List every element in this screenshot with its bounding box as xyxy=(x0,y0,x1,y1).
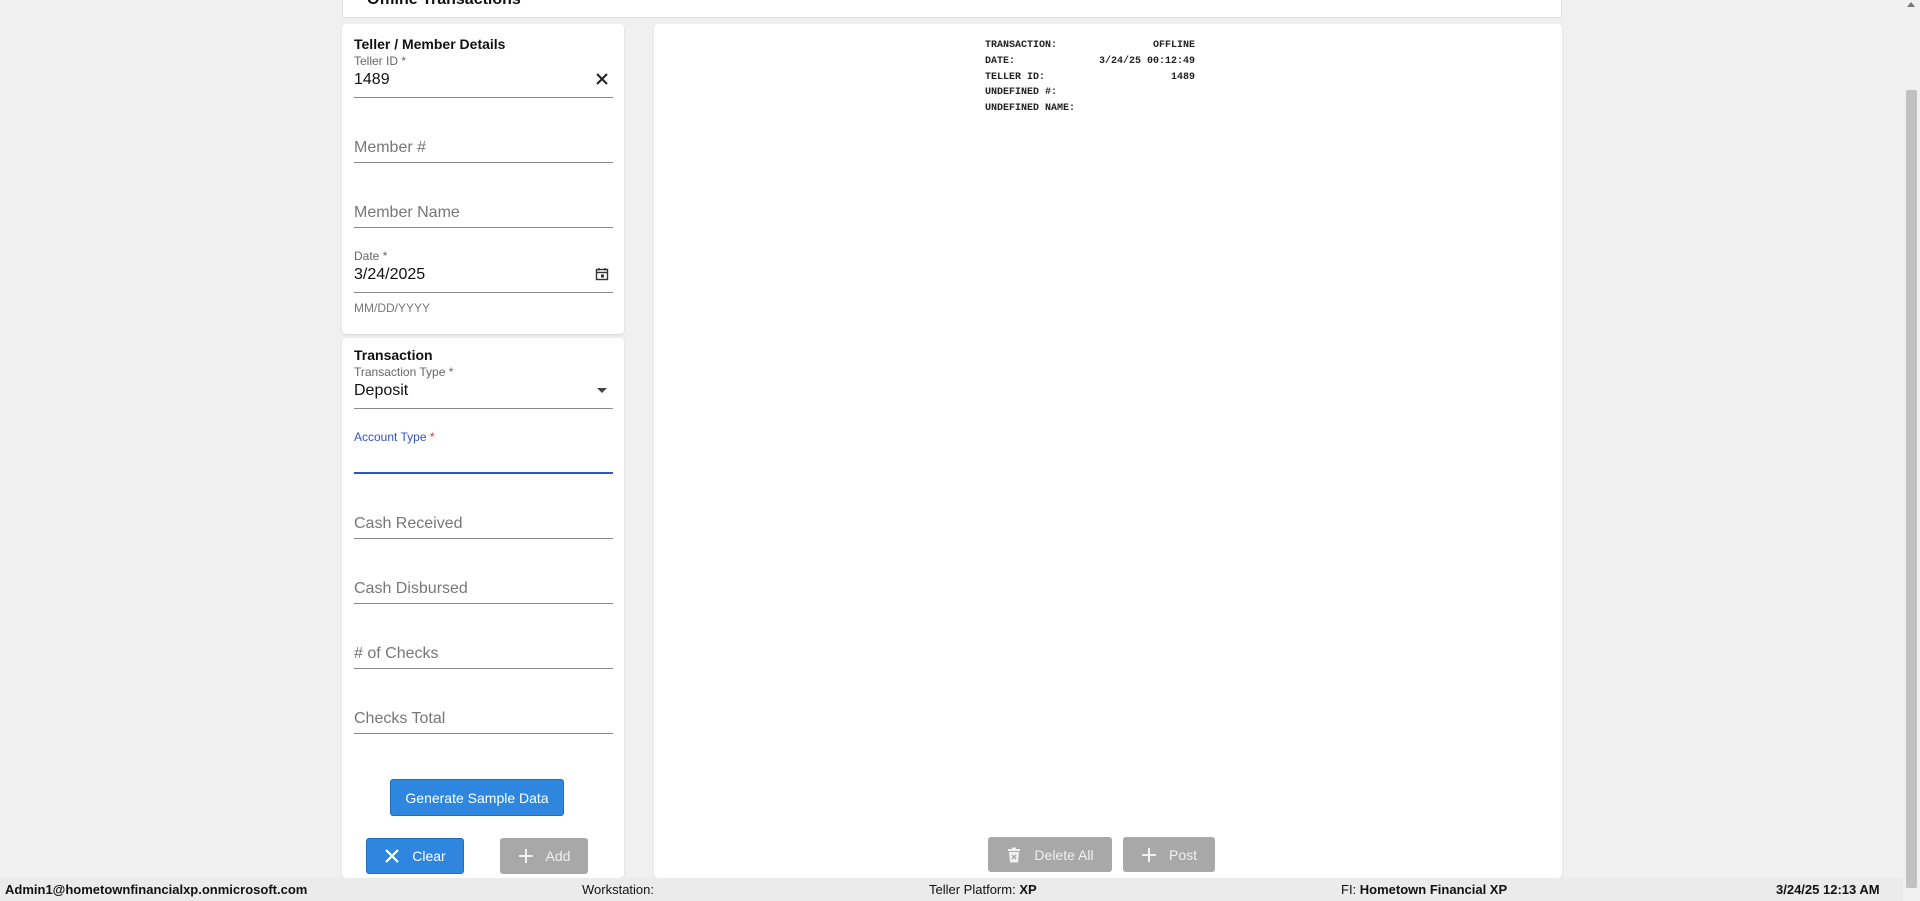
receipt-line-label: UNDEFINED #: xyxy=(985,87,1058,99)
close-icon xyxy=(384,848,400,864)
clear-button[interactable]: Clear xyxy=(366,838,464,874)
status-platform: Teller Platform: XP xyxy=(929,882,1037,897)
account-type-field[interactable]: Account Type * xyxy=(354,430,613,474)
status-datetime: 3/24/25 12:13 AM xyxy=(1776,882,1880,897)
transaction-card: Transaction Transaction Type * Deposit A… xyxy=(342,338,624,878)
cash-disbursed-field[interactable]: Cash Disbursed xyxy=(354,560,613,604)
receipt-line: DATE: 3/24/25 00:12:49 xyxy=(985,54,1195,70)
transaction-type-value: Deposit xyxy=(354,382,409,399)
status-workstation: Workstation: xyxy=(582,882,654,897)
receipt-line-label: UNDEFINED NAME: xyxy=(985,103,1076,115)
cash-received-field[interactable]: Cash Received xyxy=(354,495,613,539)
status-platform-value: XP xyxy=(1019,882,1037,897)
status-workstation-label: Workstation: xyxy=(582,882,655,897)
page-header: Offline Transactions xyxy=(342,0,1562,18)
trash-icon xyxy=(1006,847,1022,863)
post-label: Post xyxy=(1168,846,1197,863)
receipt-line: UNDEFINED #: xyxy=(985,85,1195,101)
member-number-placeholder: Member # xyxy=(354,139,427,156)
cash-disbursed-placeholder: Cash Disbursed xyxy=(354,580,468,597)
status-user-wrap: Admin1@hometownfinancialxp.onmicrosoft.c… xyxy=(5,882,307,897)
date-helper-text: MM/DD/YYYY xyxy=(354,301,431,315)
post-button[interactable]: Post xyxy=(1123,837,1215,872)
add-label: Add xyxy=(545,848,571,864)
teller-id-field[interactable]: Teller ID * 1489 xyxy=(354,54,613,98)
scroll-up-arrow-icon[interactable] xyxy=(1907,2,1915,7)
date-field[interactable]: Date * 3/24/2025 xyxy=(354,249,613,293)
num-checks-placeholder: # of Checks xyxy=(354,645,439,662)
close-icon[interactable] xyxy=(593,72,611,90)
dropdown-arrow-icon[interactable] xyxy=(593,383,611,401)
status-user: Admin1@hometownfinancialxp.onmicrosoft.c… xyxy=(5,882,308,897)
receipt-line-value: 3/24/25 00:12:49 xyxy=(1098,55,1195,67)
status-datetime-wrap: 3/24/25 12:13 AM xyxy=(1776,882,1880,897)
teller-id-value: 1489 xyxy=(354,71,390,88)
add-button[interactable]: Add xyxy=(500,838,588,874)
receipt-line-label: DATE: xyxy=(985,55,1016,67)
receipt-line: TRANSACTION: OFFLINE xyxy=(985,38,1195,54)
receipt-line-value: 1489 xyxy=(1170,71,1195,83)
member-name-placeholder: Member Name xyxy=(354,204,460,221)
date-label: Date * xyxy=(354,249,388,263)
receipt-preview-card: TRANSACTION: OFFLINE DATE: 3/24/25 00:12… xyxy=(654,24,1562,878)
transaction-type-label: Transaction Type * xyxy=(354,365,454,379)
page-title: Offline Transactions xyxy=(367,0,521,9)
receipt-line-label: TELLER ID: xyxy=(985,71,1046,83)
plus-icon xyxy=(518,848,534,864)
vertical-scrollbar[interactable] xyxy=(1903,0,1920,901)
receipt-text: TRANSACTION: OFFLINE DATE: 3/24/25 00:12… xyxy=(985,38,1195,117)
member-name-field[interactable]: Member Name xyxy=(354,184,613,228)
receipt-line-label: TRANSACTION: xyxy=(985,40,1058,51)
delete-all-button[interactable]: Delete All xyxy=(988,837,1112,872)
date-value: 3/24/2025 xyxy=(354,266,426,283)
checks-total-placeholder: Checks Total xyxy=(354,710,446,727)
teller-member-details-card: Teller / Member Details Teller ID * 1489… xyxy=(342,24,624,334)
clear-label: Clear xyxy=(412,848,446,864)
status-fi-value: Hometown Financial XP xyxy=(1359,882,1508,897)
receipt-line: UNDEFINED NAME: xyxy=(985,101,1195,117)
receipt-line-value: OFFLINE xyxy=(1152,40,1195,51)
status-fi: FI: Hometown Financial XP xyxy=(1341,882,1507,897)
checks-total-field[interactable]: Checks Total xyxy=(354,690,613,734)
calendar-icon[interactable] xyxy=(593,267,611,285)
status-platform-label: Teller Platform: xyxy=(929,882,1016,897)
plus-icon xyxy=(1141,847,1157,863)
generate-sample-data-button[interactable]: Generate Sample Data xyxy=(390,779,564,816)
teller-member-details-title: Teller / Member Details xyxy=(354,36,506,52)
account-type-label: Account Type * xyxy=(354,430,435,444)
num-checks-field[interactable]: # of Checks xyxy=(354,625,613,669)
status-fi-label: FI: xyxy=(1341,882,1357,897)
delete-all-label: Delete All xyxy=(1034,846,1094,863)
transaction-title: Transaction xyxy=(354,347,433,363)
status-bar: Admin1@hometownfinancialxp.onmicrosoft.c… xyxy=(0,878,1920,901)
scrollbar-thumb[interactable] xyxy=(1906,90,1917,888)
transaction-type-select[interactable]: Transaction Type * Deposit xyxy=(354,365,613,409)
generate-sample-data-label: Generate Sample Data xyxy=(405,789,549,806)
cash-received-placeholder: Cash Received xyxy=(354,515,463,532)
member-number-field[interactable]: Member # xyxy=(354,119,613,163)
teller-id-label: Teller ID * xyxy=(354,54,407,68)
receipt-line: TELLER ID: 1489 xyxy=(985,70,1195,86)
